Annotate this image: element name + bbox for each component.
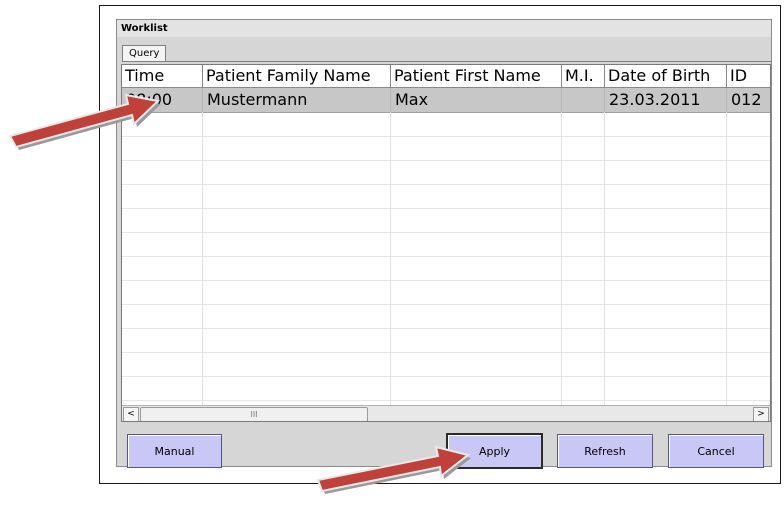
annotation-arrows xyxy=(8,93,471,494)
arrow-to-row-icon xyxy=(8,93,161,150)
arrow-to-apply-icon xyxy=(316,445,471,494)
